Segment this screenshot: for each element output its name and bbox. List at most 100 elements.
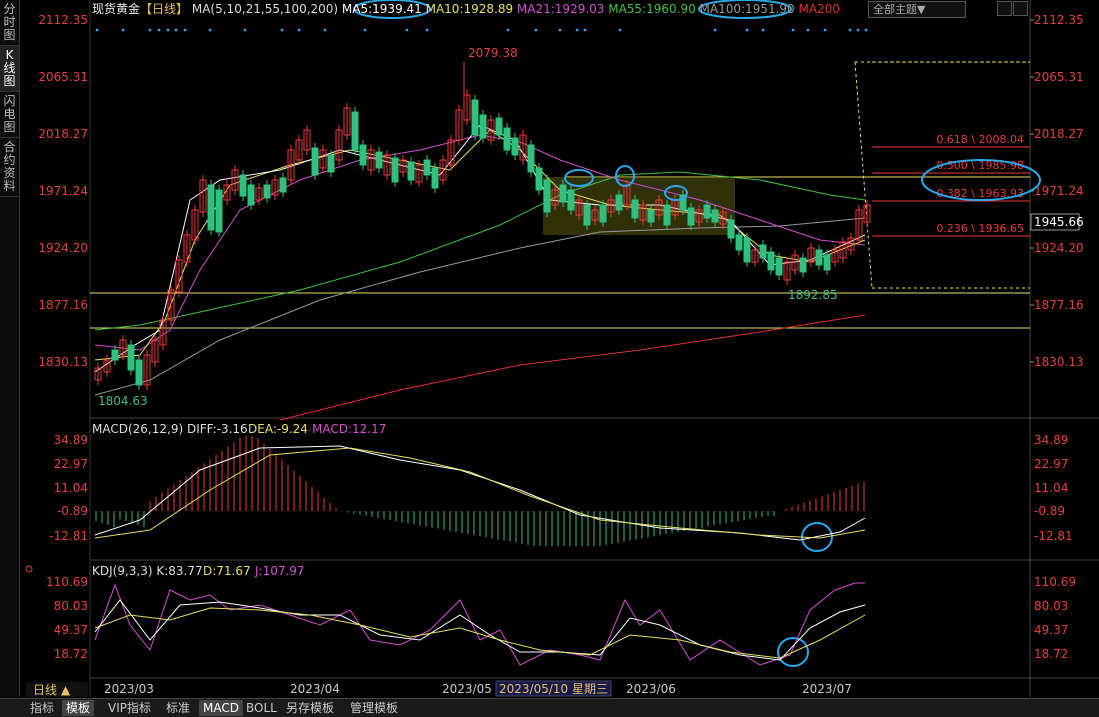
event-dot (95, 28, 99, 32)
event-dot (848, 28, 852, 32)
tab-save-template[interactable]: 另存模板 (282, 700, 338, 716)
candle-body (599, 204, 607, 223)
tab-kline[interactable]: K线图 (0, 46, 19, 92)
fib-diag (854, 61, 873, 289)
candle-body (767, 251, 775, 271)
candle-body (423, 159, 431, 176)
event-dot (174, 28, 178, 32)
event-dot (280, 28, 284, 32)
candle-body (503, 127, 511, 151)
period-label: 【日线】 (140, 2, 189, 16)
kdj-axis-left: 18.72 (54, 647, 88, 661)
candle-body (703, 204, 711, 219)
tab-indicator[interactable]: 指标 (26, 700, 58, 716)
price-axis-label-right: 2112.35 (1034, 13, 1084, 27)
macd-axis-right: 11.04 (1034, 481, 1068, 495)
event-dot (856, 28, 860, 32)
price-axis-label-right: 1877.16 (1034, 298, 1084, 312)
macd-axis-left: -12.81 (49, 529, 88, 543)
candle-body (743, 237, 751, 263)
price-axis-label-right: 1924.20 (1034, 241, 1084, 255)
kdj-marker-icon (25, 565, 33, 573)
ma-legend-5: MA100:1951.90 (695, 2, 795, 16)
instrument-name: 现货黄金 (92, 2, 141, 16)
tab-standard[interactable]: 标准 (162, 700, 194, 716)
candle-body (735, 234, 743, 251)
ma-legend-4: MA55:1960.90 (604, 2, 696, 16)
ma-legend-1: MA5:1939.41 (338, 2, 422, 16)
candle-body (647, 209, 655, 223)
kdj-title: KDJ(9,3,3) K:83.77 (92, 564, 203, 578)
candle-body (263, 184, 271, 199)
time-axis-label: 2023/04 (290, 682, 340, 696)
chart-area[interactable]: 2112.35 2112.35 2065.31 2065.31 2018.27 2018.… (20, 0, 1099, 697)
tab-flash[interactable]: 闪电图 (0, 92, 19, 138)
macd-dea-label: DEA:-9.24 (248, 422, 308, 436)
macd-axis-left: -0.89 (57, 504, 88, 518)
event-dot (166, 28, 170, 32)
event-dot (713, 28, 717, 32)
tab-macd[interactable]: MACD (199, 700, 243, 716)
kdj-axis-left: 110.69 (46, 575, 88, 589)
event-dot (583, 28, 587, 32)
candle-body (407, 161, 415, 181)
candle-body (479, 114, 487, 139)
candle-body (631, 199, 639, 219)
candle-body (727, 219, 735, 239)
event-dot (761, 28, 765, 32)
event-dot (506, 28, 510, 32)
kdj-k-line (94, 599, 866, 661)
event-dot (323, 28, 327, 32)
candle-body (127, 344, 135, 371)
candle-body (215, 189, 223, 233)
candle-body (543, 179, 551, 213)
template-bar: 指标 模板 VIP指标 标准 MACD BOLL 另存模板 管理模板 (0, 698, 1099, 717)
kline-chart-svg[interactable]: 2112.35 2112.35 2065.31 2065.31 2018.27 2018.… (20, 0, 1099, 697)
ma-legend-6: MA200 (794, 2, 840, 16)
candle-body (687, 207, 695, 226)
event-dot (425, 28, 429, 32)
fib-label-0: 0.618 \ 2008.04 (936, 133, 1024, 146)
macd-title: MACD(26,12,9) DIFF:-3.16 (92, 422, 248, 436)
tab-manage-template[interactable]: 管理模板 (346, 700, 402, 716)
tab-template[interactable]: 模板 (62, 700, 95, 716)
macd-axis-right: 34.89 (1034, 433, 1068, 447)
event-dot (558, 28, 562, 32)
candle-body (567, 189, 575, 211)
close-icon[interactable] (1013, 1, 1028, 16)
theme-select[interactable]: 全部主题▼ (868, 1, 966, 18)
low-price-label: 1804.63 (98, 394, 148, 408)
price-axis-label-right: 2018.27 (1034, 127, 1084, 141)
candle-body (375, 151, 383, 169)
kdj-axis-left: 80.03 (54, 599, 88, 613)
time-axis-label: 2023/07 (802, 682, 852, 696)
candle-body (559, 184, 567, 203)
candle-body (511, 137, 519, 156)
candle-body (527, 144, 535, 173)
price-axis-label-left: 1877.16 (38, 298, 88, 312)
tab-contract-info[interactable]: 合约资料 (0, 138, 19, 197)
kdj-d-label: D:71.67 (203, 564, 251, 578)
candle-body (135, 359, 143, 386)
tab-boll[interactable]: BOLL (242, 700, 281, 716)
macd-axis-right: -0.89 (1034, 504, 1065, 518)
price-axis-label-left: 2018.27 (38, 127, 88, 141)
event-dot (806, 28, 810, 32)
candle-body (391, 157, 399, 183)
macd-axis-right: -12.81 (1034, 529, 1073, 543)
prev-icon[interactable] (997, 1, 1012, 16)
macd-axis-left: 34.89 (54, 433, 88, 447)
kdj-axis-right: 80.03 (1034, 599, 1068, 613)
tab-vip-indicator[interactable]: VIP指标 (104, 700, 155, 716)
kdj-d-line (94, 607, 866, 659)
kdj-axis-left: 49.37 (54, 623, 88, 637)
crosshair-date-label: 2023/05/10 星期三 (499, 682, 608, 696)
candle-body (583, 204, 591, 226)
candle-body (823, 254, 831, 271)
event-dot (243, 28, 247, 32)
candle-body (111, 349, 119, 361)
price-axis-label-left: 2112.35 (38, 13, 88, 27)
candle-body (815, 249, 823, 266)
tab-timeshare[interactable]: 分时图 (0, 0, 19, 46)
candle-body (207, 184, 215, 231)
